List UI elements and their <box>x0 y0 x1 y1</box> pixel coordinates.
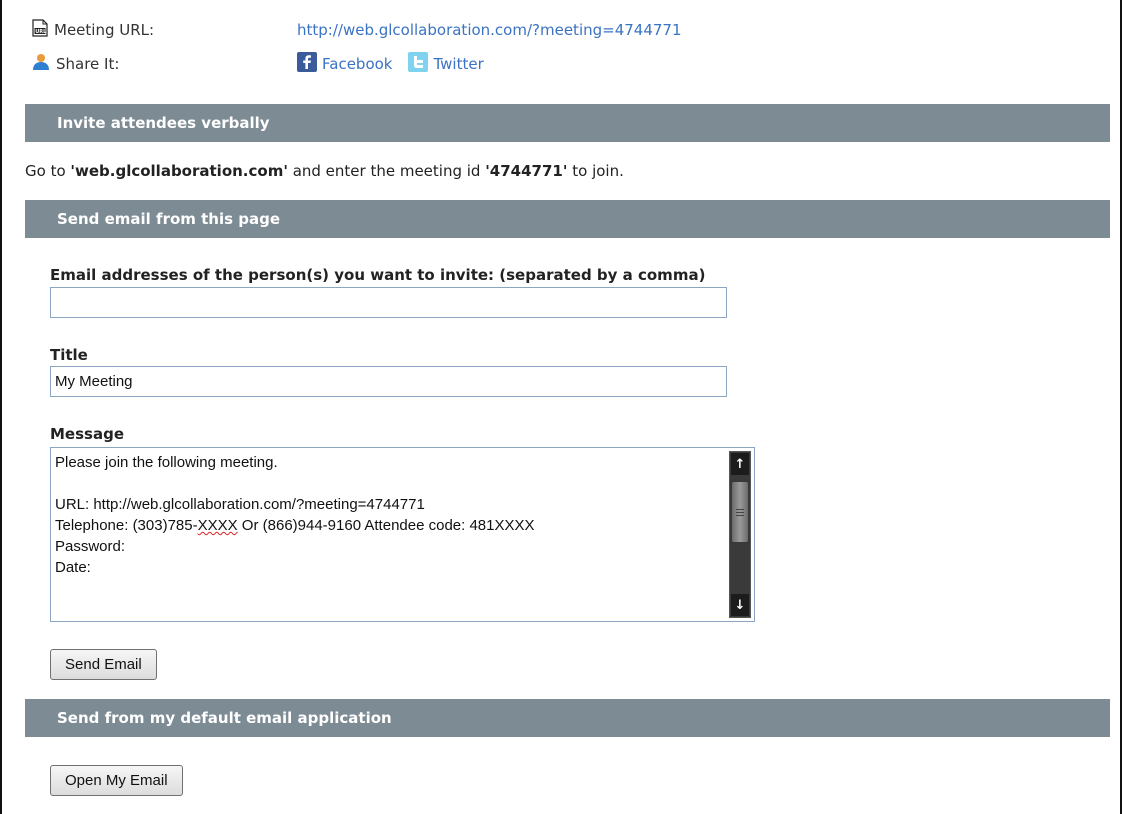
section-header-default-app: Send from my default email application <box>25 699 1110 737</box>
message-scrollbar[interactable]: ↑ ↓ <box>729 451 751 618</box>
scroll-down-arrow-icon[interactable]: ↓ <box>731 594 749 616</box>
message-line-telephone: Telephone: (303)785-XXXX Or (866)944-916… <box>55 517 535 534</box>
grip-line <box>736 515 744 516</box>
share-row: Share It: Facebook Twitter <box>32 52 500 76</box>
meeting-url-link[interactable]: http://web.glcollaboration.com/?meeting=… <box>297 21 682 39</box>
facebook-link[interactable]: Facebook <box>297 52 392 76</box>
message-line: Password: <box>55 538 126 555</box>
section-header-verbal: Invite attendees verbally <box>25 104 1110 142</box>
verbal-suffix: to join. <box>567 162 624 180</box>
email-addresses-input[interactable] <box>50 287 727 318</box>
spellcheck-underline: XXXX <box>197 517 238 534</box>
svg-text:URL: URL <box>35 29 47 35</box>
share-label: Share It: <box>56 55 120 73</box>
email-addresses-label: Email addresses of the person(s) you wan… <box>50 266 706 284</box>
open-my-email-button[interactable]: Open My Email <box>50 765 183 796</box>
message-textarea[interactable]: Please join the following meeting. URL: h… <box>50 447 755 622</box>
message-label: Message <box>50 425 124 443</box>
grip-line <box>736 512 744 513</box>
scroll-up-arrow-icon[interactable]: ↑ <box>731 453 749 475</box>
verbal-site: 'web.glcollaboration.com' <box>70 162 288 180</box>
verbal-instructions: Go to 'web.glcollaboration.com' and ente… <box>25 162 624 180</box>
message-line: URL: http://web.glcollaboration.com/?mee… <box>55 496 425 513</box>
facebook-label: Facebook <box>322 55 393 73</box>
message-text: Please join the following meeting. URL: h… <box>55 452 715 578</box>
twitter-link[interactable]: Twitter <box>408 52 484 76</box>
scrollbar-thumb[interactable] <box>732 482 748 542</box>
user-share-icon <box>32 53 50 75</box>
meeting-url-label: Meeting URL: <box>54 21 155 39</box>
twitter-label: Twitter <box>433 55 484 73</box>
verbal-meeting-id: '4744771' <box>485 162 568 180</box>
grip-line <box>736 509 744 510</box>
message-line: Please join the following meeting. <box>55 454 278 471</box>
url-document-icon: URL <box>32 19 48 41</box>
section-header-email: Send email from this page <box>25 200 1110 238</box>
twitter-icon <box>408 52 429 76</box>
title-label: Title <box>50 346 88 364</box>
meeting-url-row: URL Meeting URL: http://web.glcollaborat… <box>32 18 682 42</box>
title-input[interactable] <box>50 366 727 397</box>
share-links: Facebook Twitter <box>297 52 500 76</box>
verbal-middle: and enter the meeting id <box>287 162 486 180</box>
message-line: Date: <box>55 559 91 576</box>
facebook-icon <box>297 52 317 76</box>
message-line <box>55 473 715 494</box>
send-email-button[interactable]: Send Email <box>50 649 157 680</box>
verbal-prefix: Go to <box>25 162 71 180</box>
share-label-group: Share It: <box>32 53 297 75</box>
meeting-url-label-group: URL Meeting URL: <box>32 19 297 41</box>
